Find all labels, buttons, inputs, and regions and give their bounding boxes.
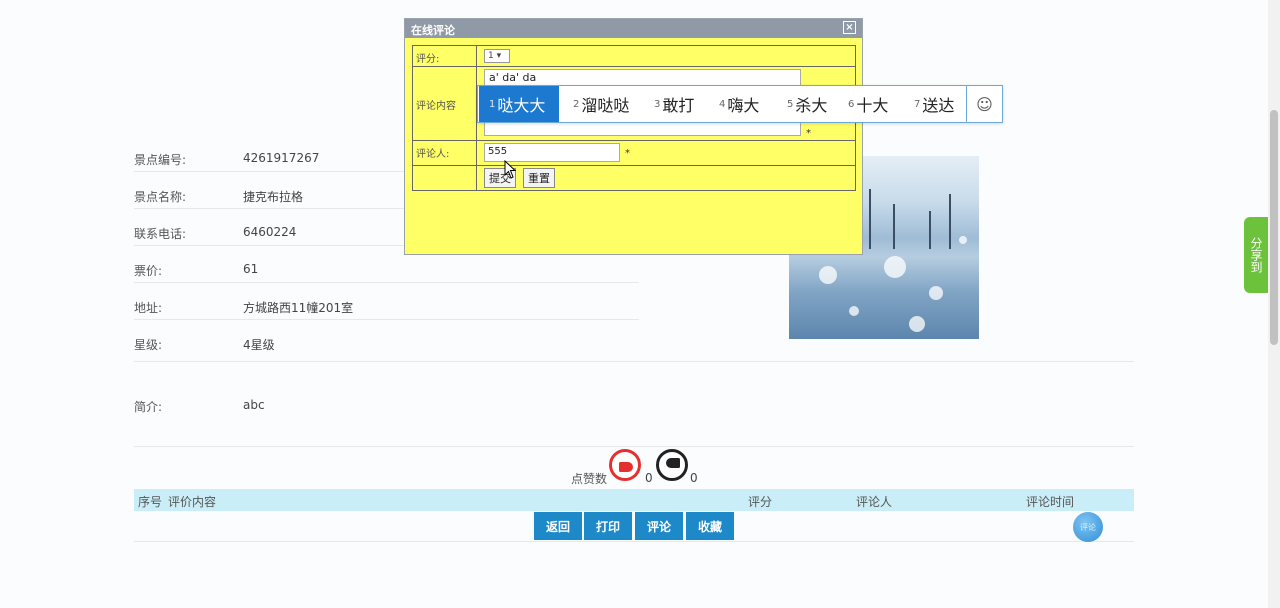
comment-button[interactable]: 评论 [635, 512, 683, 540]
column-header-time: 评论时间 [1026, 495, 1075, 509]
dislike-count: 0 [690, 471, 698, 485]
detail-label: 地址: [134, 301, 163, 315]
detail-label: 景点名称: [134, 190, 187, 204]
ime-candidate[interactable]: 4 嗨大 [719, 86, 759, 122]
detail-value: 6460224 [243, 225, 297, 239]
page-scrollbar[interactable] [1268, 0, 1280, 608]
like-count: 0 [645, 471, 653, 485]
divider [134, 319, 639, 320]
detail-label: 简介: [134, 400, 163, 414]
detail-value: 4261917267 [243, 151, 320, 165]
dialog-title: 在线评论 [411, 24, 455, 37]
detail-value: 捷克布拉格 [243, 190, 304, 204]
detail-label: 票价: [134, 264, 163, 278]
empty-cell [413, 166, 477, 190]
dialog-titlebar: 在线评论 × [405, 19, 862, 38]
detail-label: 联系电话: [134, 227, 187, 241]
column-header-score: 评分 [748, 495, 773, 509]
rating-label: 评分: [413, 46, 477, 66]
column-header-user: 评论人 [856, 495, 893, 509]
required-mark: * [806, 128, 811, 139]
share-tab[interactable]: 分享到 [1244, 217, 1268, 293]
scrollbar-thumb[interactable] [1270, 110, 1278, 345]
ime-candidate[interactable]: 2 溜哒哒 [573, 86, 629, 122]
back-button[interactable]: 返回 [534, 512, 582, 540]
detail-row-rating: 星级: 4星级 [134, 336, 639, 373]
detail-value: 4星级 [243, 338, 275, 352]
comment-dialog: 在线评论 × 评分: 1 ▾ 评论内容 a' da' da * 评论人: 555… [404, 18, 863, 255]
user-label: 评论人: [413, 141, 477, 165]
reset-button[interactable]: 重置 [523, 168, 555, 188]
thumbs-up-icon[interactable] [609, 449, 641, 481]
ime-candidate[interactable]: 5 杀大 [787, 86, 827, 122]
detail-row-price: 票价: 61 [134, 262, 639, 299]
detail-value: abc [243, 398, 265, 412]
column-header-content: 评价内容 [168, 495, 217, 509]
mouse-cursor-icon [504, 160, 517, 179]
required-mark: * [625, 148, 630, 159]
detail-value: 61 [243, 262, 259, 276]
divider [134, 282, 639, 283]
emoji-icon[interactable]: ☺ [966, 86, 1002, 122]
detail-row-address: 地址: 方城路西11幢201室 [134, 299, 639, 336]
ime-candidate[interactable]: 1 哒大大 [479, 86, 560, 122]
favorite-button[interactable]: 收藏 [686, 512, 734, 540]
detail-label: 星级: [134, 338, 163, 352]
content-label: 评论内容 [413, 67, 477, 140]
floating-comment-button[interactable]: 评论 [1073, 512, 1103, 542]
detail-row-intro: 简介: abc [134, 398, 639, 435]
divider [134, 446, 1134, 447]
row-divider [413, 165, 855, 166]
detail-label: 景点编号: [134, 153, 187, 167]
column-header-index: 序号 [138, 495, 163, 509]
ime-candidate-bar: 1 哒大大 2 溜哒哒 3 敢打 4 嗨大 5 杀大 6 十大 7 送达 ☺ [477, 85, 1003, 123]
ime-candidate[interactable]: 7 送达 [914, 86, 954, 122]
detail-value: 方城路西11幢201室 [243, 301, 354, 315]
thumbs-down-icon[interactable] [656, 449, 688, 481]
likes-label: 点赞数 [571, 472, 608, 486]
close-icon[interactable]: × [843, 21, 856, 34]
row-divider [413, 66, 855, 67]
ime-candidate[interactable]: 6 十大 [848, 86, 888, 122]
comments-table-header: 序号 评价内容 评分 评论人 评论时间 [134, 489, 1134, 511]
row-divider [413, 140, 855, 141]
rating-select[interactable]: 1 ▾ [484, 49, 510, 63]
divider [134, 361, 1134, 362]
print-button[interactable]: 打印 [584, 512, 632, 540]
ime-candidate[interactable]: 3 敢打 [654, 86, 694, 122]
divider [134, 541, 1134, 542]
